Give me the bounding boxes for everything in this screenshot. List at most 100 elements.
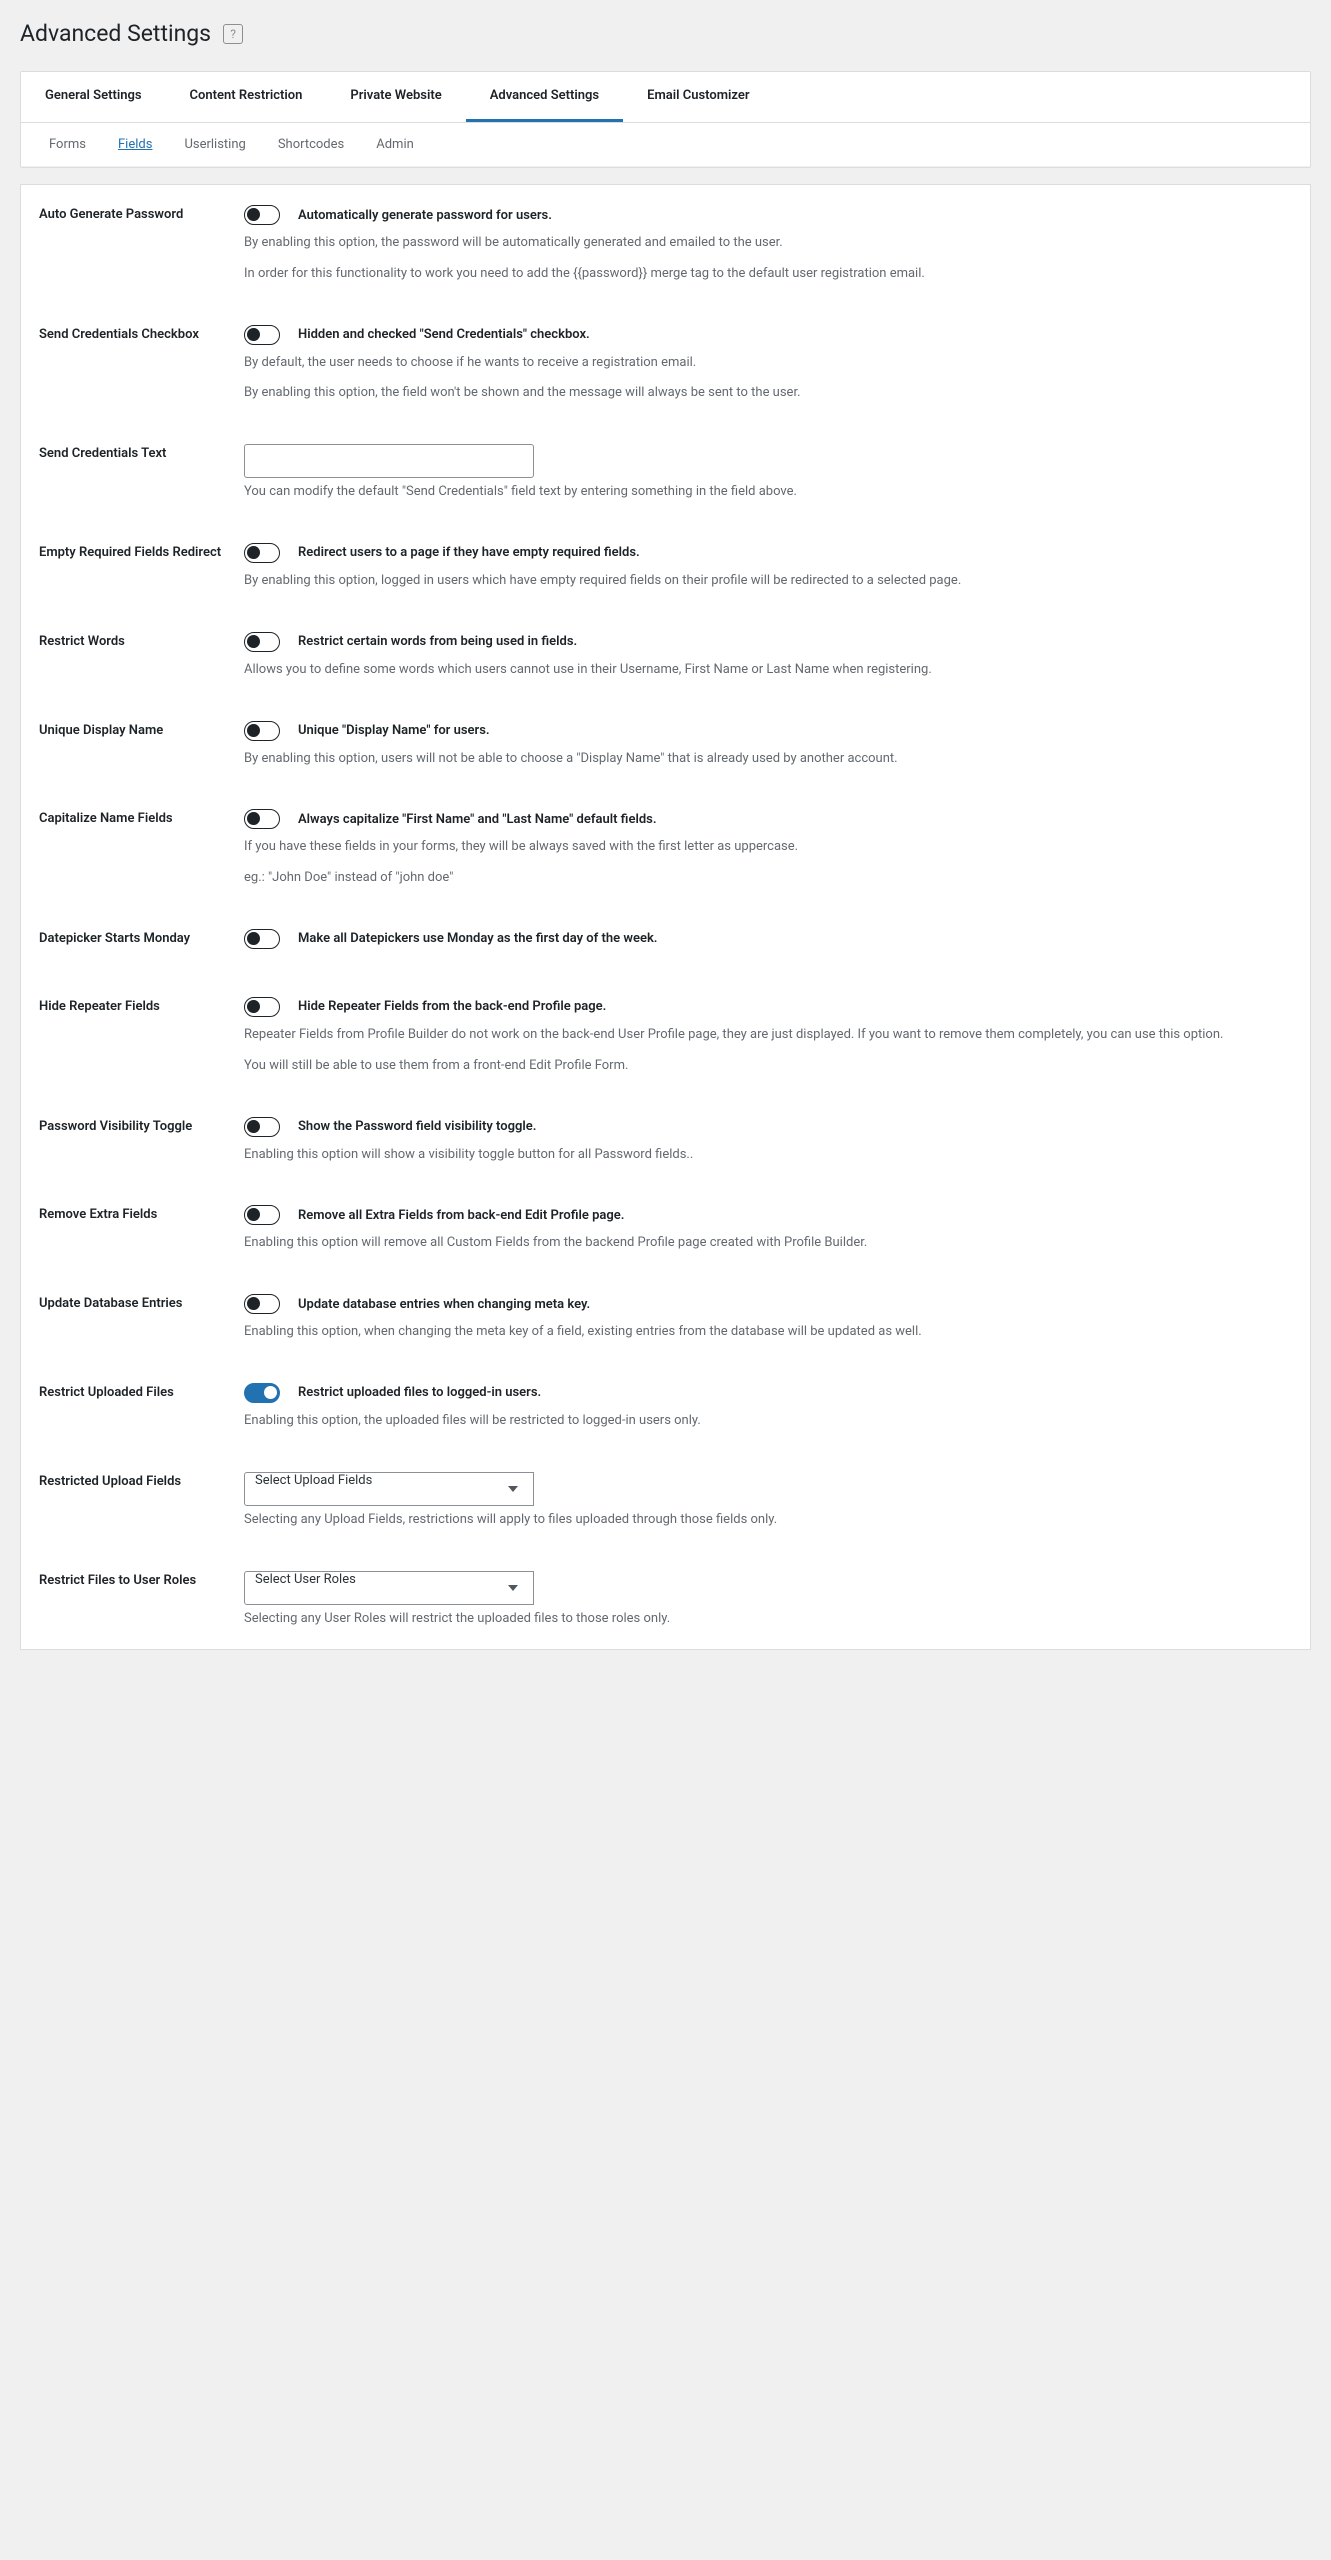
remove-extra-fields-toggle[interactable] (244, 1205, 280, 1225)
setting-row-unique-display-name: Unique Display NameUnique "Display Name"… (21, 701, 1310, 790)
setting-label: Update Database Entries (39, 1294, 244, 1311)
setting-row-restrict-words: Restrict WordsRestrict certain words fro… (21, 612, 1310, 701)
subtab-admin[interactable]: Admin (360, 123, 430, 166)
setting-label: Password Visibility Toggle (39, 1117, 244, 1134)
setting-label: Send Credentials Text (39, 444, 244, 461)
toggle-label: Make all Datepickers use Monday as the f… (298, 931, 658, 946)
setting-row-capitalize-name-fields: Capitalize Name Fields Always capitalize … (21, 789, 1310, 909)
toggle-label: Always capitalize "First Name" and "Last… (298, 812, 657, 827)
hide-repeater-fields-toggle[interactable] (244, 997, 280, 1017)
toggle-label: Automatically generate password for user… (298, 208, 552, 223)
setting-row-hide-repeater-fields: Hide Repeater Fields Hide Repeater Fields… (21, 977, 1310, 1097)
setting-description: Enabling this option will remove all Cus… (244, 1233, 1292, 1254)
setting-body: Hide Repeater Fields from the back-end P… (244, 997, 1292, 1077)
setting-row-update-database-entries: Update Database Entries Update database e… (21, 1274, 1310, 1363)
setting-description: By enabling this option, users will not … (244, 749, 1292, 770)
setting-description: Allows you to define some words which us… (244, 660, 1292, 681)
setting-description: If you have these fields in your forms, … (244, 837, 1292, 858)
setting-description: Selecting any User Roles will restrict t… (244, 1609, 1292, 1630)
tab-general-settings[interactable]: General Settings (21, 72, 166, 122)
page-title: Advanced Settings (20, 20, 211, 47)
setting-label: Datepicker Starts Monday (39, 929, 244, 946)
toggle-label: Restrict uploaded files to logged-in use… (298, 1385, 541, 1400)
setting-row-send-credentials-text: Send Credentials Text You can modify the … (21, 424, 1310, 523)
send-credentials-text-input[interactable] (244, 444, 534, 478)
subtab-fields[interactable]: Fields (102, 123, 168, 166)
setting-description: Enabling this option will show a visibil… (244, 1145, 1292, 1166)
setting-label: Restrict Files to User Roles (39, 1571, 244, 1588)
setting-description: In order for this functionality to work … (244, 264, 1292, 285)
setting-row-password-visibility-toggle: Password Visibility Toggle Show the Passw… (21, 1097, 1310, 1186)
datepicker-monday-toggle[interactable] (244, 929, 280, 949)
password-visibility-toggle-toggle[interactable] (244, 1117, 280, 1137)
setting-description: You can modify the default "Send Credent… (244, 482, 1292, 503)
setting-body: Automatically generate password for user… (244, 205, 1292, 285)
setting-description: Enabling this option, when changing the … (244, 1322, 1292, 1343)
tab-private-website[interactable]: Private Website (326, 72, 465, 122)
toggle-label: Show the Password field visibility toggl… (298, 1119, 536, 1134)
setting-row-datepicker-monday: Datepicker Starts Monday Make all Datepic… (21, 909, 1310, 977)
restrict-uploaded-files-toggle[interactable] (244, 1383, 280, 1403)
subtab-shortcodes[interactable]: Shortcodes (262, 123, 360, 166)
setting-body: Show the Password field visibility toggl… (244, 1117, 1292, 1166)
setting-label: Restricted Upload Fields (39, 1472, 244, 1489)
restricted-upload-fields-select[interactable]: Select Upload Fields (244, 1472, 534, 1506)
setting-row-remove-extra-fields: Remove Extra FieldsRemove all Extra Fiel… (21, 1185, 1310, 1274)
toggle-label: Hidden and checked "Send Credentials" ch… (298, 327, 590, 342)
setting-label: Send Credentials Checkbox (39, 325, 244, 342)
setting-body: Remove all Extra Fields from back-end Ed… (244, 1205, 1292, 1254)
setting-row-restricted-upload-fields: Restricted Upload FieldsSelect Upload Fi… (21, 1452, 1310, 1551)
setting-body: You can modify the default "Send Credent… (244, 444, 1292, 503)
setting-label: Empty Required Fields Redirect (39, 543, 244, 560)
toggle-label: Redirect users to a page if they have em… (298, 545, 640, 560)
setting-description: Enabling this option, the uploaded files… (244, 1411, 1292, 1432)
toggle-label: Update database entries when changing me… (298, 1297, 590, 1312)
setting-row-restrict-files-user-roles: Restrict Files to User RolesSelect User … (21, 1551, 1310, 1650)
help-icon[interactable]: ? (223, 24, 243, 44)
tabs-panel: General SettingsContent RestrictionPriva… (20, 71, 1311, 168)
setting-row-restrict-uploaded-files: Restrict Uploaded Files Restrict uploaded… (21, 1363, 1310, 1452)
auto-generate-password-toggle[interactable] (244, 205, 280, 225)
setting-label: Remove Extra Fields (39, 1205, 244, 1222)
setting-row-auto-generate-password: Auto Generate Password Automatically gene… (21, 185, 1310, 305)
setting-body: Update database entries when changing me… (244, 1294, 1292, 1343)
setting-description: By enabling this option, logged in users… (244, 571, 1292, 592)
tab-advanced-settings[interactable]: Advanced Settings (466, 72, 623, 122)
tab-content-restriction[interactable]: Content Restriction (166, 72, 327, 122)
setting-body: Restrict certain words from being used i… (244, 632, 1292, 681)
update-database-entries-toggle[interactable] (244, 1294, 280, 1314)
setting-body: Select User Roles Selecting any User Role… (244, 1571, 1292, 1630)
toggle-label: Hide Repeater Fields from the back-end P… (298, 999, 606, 1014)
setting-description: By default, the user needs to choose if … (244, 353, 1292, 374)
setting-body: Select Upload Fields Selecting any Upload… (244, 1472, 1292, 1531)
setting-body: Unique "Display Name" for users.By enabl… (244, 721, 1292, 770)
primary-tabs: General SettingsContent RestrictionPriva… (21, 72, 1310, 123)
setting-body: Always capitalize "First Name" and "Last… (244, 809, 1292, 889)
setting-label: Restrict Uploaded Files (39, 1383, 244, 1400)
setting-label: Auto Generate Password (39, 205, 244, 222)
secondary-tabs: FormsFieldsUserlistingShortcodesAdmin (21, 123, 1310, 167)
setting-label: Restrict Words (39, 632, 244, 649)
empty-required-redirect-toggle[interactable] (244, 543, 280, 563)
capitalize-name-fields-toggle[interactable] (244, 809, 280, 829)
send-credentials-checkbox-toggle[interactable] (244, 325, 280, 345)
setting-label: Hide Repeater Fields (39, 997, 244, 1014)
setting-description: Selecting any Upload Fields, restriction… (244, 1510, 1292, 1531)
setting-label: Capitalize Name Fields (39, 809, 244, 826)
unique-display-name-toggle[interactable] (244, 721, 280, 741)
setting-body: Hidden and checked "Send Credentials" ch… (244, 325, 1292, 405)
setting-body: Make all Datepickers use Monday as the f… (244, 929, 1292, 957)
setting-description: By enabling this option, the password wi… (244, 233, 1292, 254)
settings-content: Auto Generate Password Automatically gene… (20, 184, 1311, 1650)
setting-description: Repeater Fields from Profile Builder do … (244, 1025, 1292, 1046)
setting-description: You will still be able to use them from … (244, 1056, 1292, 1077)
tab-email-customizer[interactable]: Email Customizer (623, 72, 773, 122)
setting-body: Restrict uploaded files to logged-in use… (244, 1383, 1292, 1432)
restrict-words-toggle[interactable] (244, 632, 280, 652)
setting-body: Redirect users to a page if they have em… (244, 543, 1292, 592)
subtab-userlisting[interactable]: Userlisting (168, 123, 261, 166)
setting-description: By enabling this option, the field won't… (244, 383, 1292, 404)
subtab-forms[interactable]: Forms (33, 123, 102, 166)
setting-row-send-credentials-checkbox: Send Credentials Checkbox Hidden and chec… (21, 305, 1310, 425)
restrict-files-user-roles-select[interactable]: Select User Roles (244, 1571, 534, 1605)
